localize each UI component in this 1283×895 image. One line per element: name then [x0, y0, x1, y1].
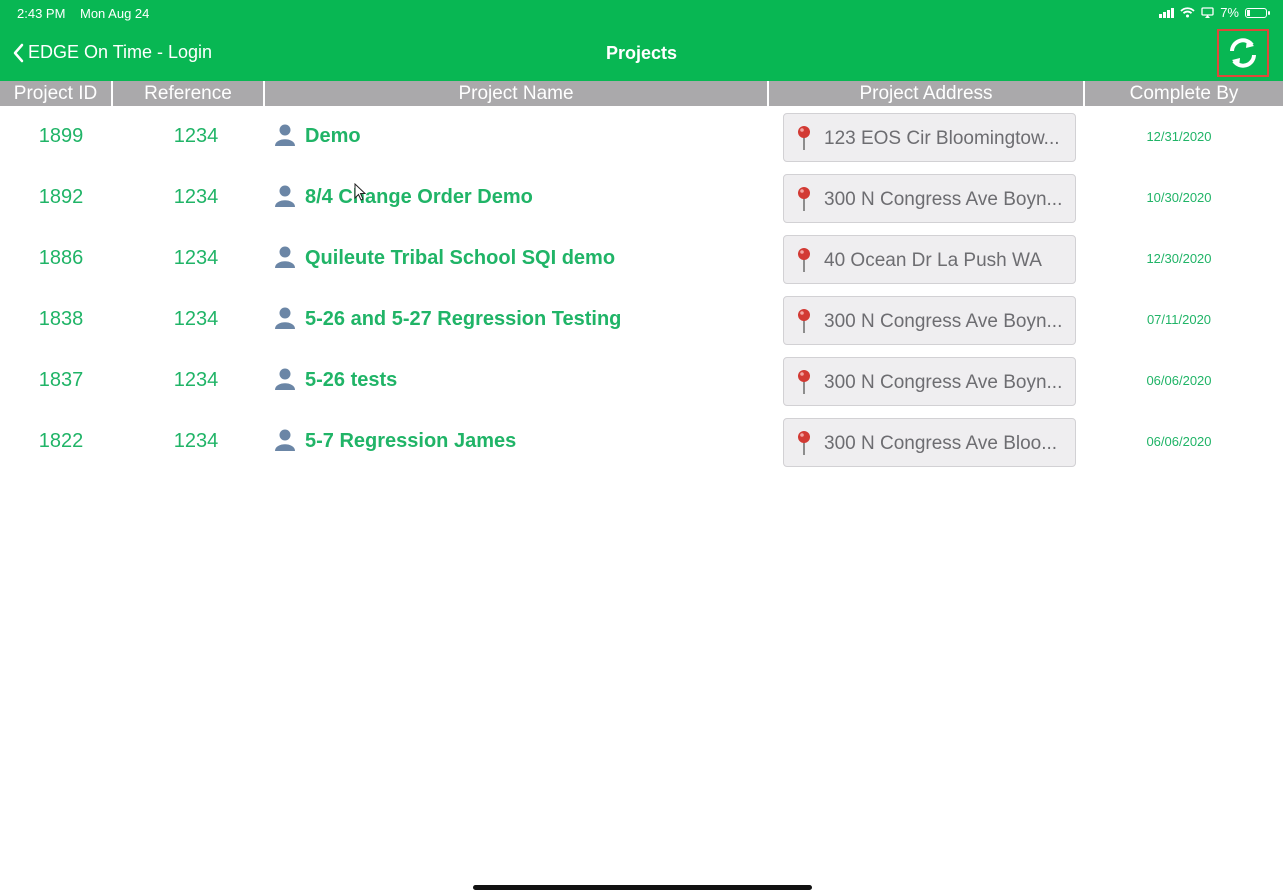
wifi-icon: [1180, 7, 1195, 18]
project-id: 1837: [38, 369, 84, 391]
table-header: Project ID Reference Project Name Projec…: [0, 81, 1283, 106]
complete-by-date: 06/06/2020: [1146, 434, 1212, 449]
home-indicator[interactable]: [473, 885, 812, 890]
project-address-button[interactable]: 300 N Congress Ave Boyn...: [783, 357, 1076, 406]
project-reference: 1234: [173, 430, 219, 452]
project-address-button[interactable]: 300 N Congress Ave Bloo...: [783, 418, 1076, 467]
project-reference: 1234: [173, 247, 219, 269]
project-address-button[interactable]: 300 N Congress Ave Boyn...: [783, 174, 1076, 223]
table-row[interactable]: 1886 1234 Quileute Tribal School SQI dem…: [0, 228, 1283, 289]
map-pin-icon: [798, 431, 810, 455]
table-row[interactable]: 1822 1234 5-7 Regression James 300 N Con…: [0, 411, 1283, 472]
mouse-pointer-icon: [354, 183, 366, 201]
project-address: 123 EOS Cir Bloomingtow...: [824, 128, 1060, 149]
person-icon: [275, 429, 295, 451]
project-name: 5-26 and 5-27 Regression Testing: [305, 308, 622, 330]
navigation-bar: 2:43 PM Mon Aug 24 7% EDGE On Time - Log…: [0, 0, 1283, 81]
project-name: 5-7 Regression James: [305, 430, 517, 452]
project-reference: 1234: [173, 308, 219, 330]
status-right: 7%: [1159, 5, 1270, 20]
project-address: 300 N Congress Ave Boyn...: [824, 372, 1063, 393]
project-name: Demo: [305, 125, 361, 147]
project-address: 300 N Congress Ave Boyn...: [824, 311, 1063, 332]
person-icon: [275, 307, 295, 329]
complete-by-date: 10/30/2020: [1146, 190, 1212, 205]
column-header-complete-by: Complete By: [1129, 83, 1239, 104]
person-icon: [275, 368, 295, 390]
project-address: 300 N Congress Ave Bloo...: [824, 433, 1058, 454]
column-header-project-address: Project Address: [769, 81, 1085, 106]
complete-by-date: 12/31/2020: [1146, 129, 1212, 144]
person-icon: [275, 124, 295, 146]
refresh-icon: [1230, 38, 1256, 68]
complete-by-date: 12/30/2020: [1146, 251, 1212, 266]
person-icon: [275, 185, 295, 207]
table-row[interactable]: 1837 1234 5-26 tests 300 N Congress Ave …: [0, 350, 1283, 411]
project-reference: 1234: [173, 125, 219, 147]
column-header-project-id: Project ID: [0, 81, 113, 106]
project-address-button[interactable]: 123 EOS Cir Bloomingtow...: [783, 113, 1076, 162]
project-id: 1838: [38, 308, 84, 330]
cellular-signal-icon: [1159, 7, 1175, 18]
project-reference: 1234: [173, 186, 219, 208]
project-id: 1886: [38, 247, 84, 269]
battery-percent: 7%: [1220, 5, 1239, 20]
map-pin-icon: [798, 370, 810, 394]
status-bar: 2:43 PM Mon Aug 24 7%: [0, 0, 1283, 26]
complete-by-date: 07/11/2020: [1146, 312, 1212, 327]
project-reference: 1234: [173, 369, 219, 391]
complete-by-date: 06/06/2020: [1146, 373, 1212, 388]
project-address-button[interactable]: 300 N Congress Ave Boyn...: [783, 296, 1076, 345]
status-time: 2:43 PM: [17, 6, 66, 21]
project-name: 5-26 tests: [305, 369, 398, 391]
project-address: 40 Ocean Dr La Push WA: [824, 250, 1042, 271]
column-header-project-name: Project Name: [265, 81, 769, 106]
map-pin-icon: [798, 126, 810, 150]
map-pin-icon: [798, 248, 810, 272]
project-address-button[interactable]: 40 Ocean Dr La Push WA: [783, 235, 1076, 284]
map-pin-icon: [798, 309, 810, 333]
page-title: Projects: [605, 43, 678, 63]
table-row[interactable]: 1892 1234 8/4 Change Order Demo 300 N Co…: [0, 167, 1283, 228]
project-id: 1899: [38, 125, 84, 147]
project-name: Quileute Tribal School SQI demo: [305, 247, 616, 269]
project-id: 1892: [38, 186, 84, 208]
person-icon: [275, 246, 295, 268]
project-id: 1822: [38, 430, 84, 452]
screen-mirroring-icon: [1201, 7, 1214, 18]
table-row[interactable]: 1838 1234 5-26 and 5-27 Regression Testi…: [0, 289, 1283, 350]
column-header-reference: Reference: [113, 81, 265, 106]
project-name: 8/4 Change Order Demo: [305, 186, 533, 208]
battery-icon: [1245, 7, 1270, 18]
table-row[interactable]: 1899 1234 Demo 123 EOS Cir Bloomingtow..…: [0, 106, 1283, 167]
map-pin-icon: [798, 187, 810, 211]
project-address: 300 N Congress Ave Boyn...: [824, 189, 1063, 210]
status-date: Mon Aug 24: [80, 6, 150, 21]
refresh-button[interactable]: [1217, 29, 1269, 77]
